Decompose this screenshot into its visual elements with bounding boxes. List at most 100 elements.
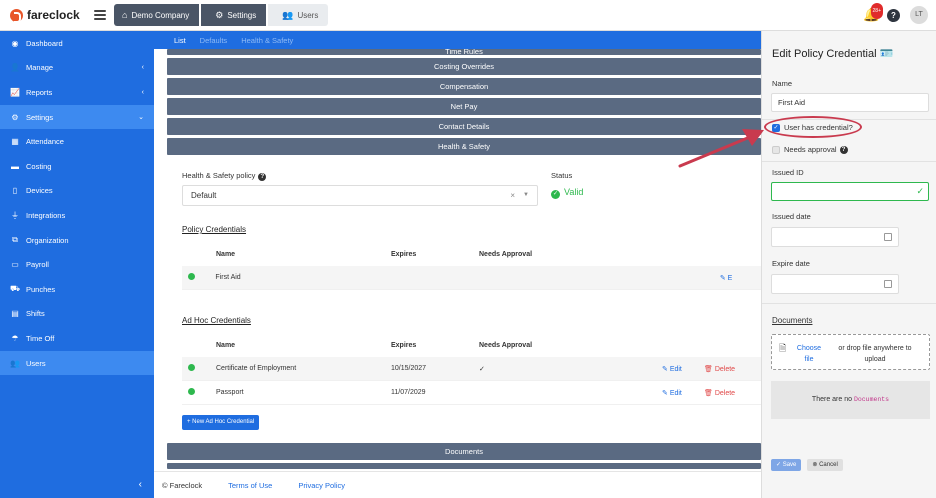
table-row[interactable]: Passport 11/07/2029 ✎ Edit 🗑 Delete: [182, 381, 761, 405]
sidebar-item-payroll[interactable]: ▭ Payroll: [0, 252, 154, 277]
terms-link[interactable]: Terms of Use: [228, 481, 272, 490]
users-icon: 👥: [282, 9, 294, 20]
calendar-icon[interactable]: [884, 233, 892, 241]
new-adhoc-credential-button[interactable]: + New Ad Hoc Credential: [182, 415, 260, 430]
beach-icon: ☂: [11, 333, 19, 343]
sidebar-item-costing[interactable]: ▬ Costing: [0, 154, 154, 179]
table-row[interactable]: Certificate of Employment 10/15/2027 ✓ ✎ Ed…: [182, 357, 761, 381]
save-button[interactable]: ✓ Save: [771, 459, 802, 471]
sidebar-item-settings[interactable]: ⚙ Settings ⌄: [0, 104, 154, 130]
section-net-pay[interactable]: Net Pay: [167, 98, 761, 115]
delete-button[interactable]: 🗑 Delete: [704, 365, 735, 373]
check-icon: ✓: [479, 365, 485, 373]
bell-icon[interactable]: 🔔28+: [863, 3, 883, 22]
breadcrumb-settings[interactable]: ⚙ Settings: [201, 4, 267, 26]
sidebar-item-devices[interactable]: ▯ Devices: [0, 179, 154, 204]
expire-date-field[interactable]: [771, 274, 899, 294]
sidebar-item-shifts[interactable]: ▤ Shifts: [0, 302, 154, 327]
section-compensation[interactable]: Compensation: [167, 78, 761, 95]
name-label: Name: [772, 79, 793, 88]
clipboard-icon: ▤: [11, 309, 19, 319]
expire-date-label: Expire date: [772, 259, 810, 268]
tab-list[interactable]: List: [174, 36, 186, 45]
clear-icon[interactable]: ×: [510, 186, 515, 205]
menu-icon[interactable]: [94, 10, 106, 20]
folder-icon: ▬: [11, 161, 19, 171]
calendar-icon[interactable]: [884, 280, 892, 288]
gear-icon: ⚙: [11, 112, 19, 122]
sidebar-item-users[interactable]: 👥 Users: [0, 350, 154, 376]
section-costing-overrides[interactable]: Costing Overrides: [167, 58, 761, 75]
issued-date-field[interactable]: [771, 227, 899, 247]
issued-date-label: Issued date: [772, 212, 811, 221]
tab-defaults[interactable]: Defaults: [200, 36, 228, 45]
chevron-left-icon: ‹: [141, 64, 144, 72]
table-header: Name Expires Needs Approval: [216, 250, 533, 258]
logo[interactable]: fareclock: [10, 8, 90, 23]
hs-policy-label: Health & Safety policy?: [182, 171, 761, 181]
users-icon: 👥: [10, 358, 20, 368]
plug-icon: ⏚: [11, 210, 19, 220]
breadcrumb: ⌂ Demo Company ⚙ Settings 👥 Users: [114, 4, 330, 26]
status-value: ✓ Valid: [551, 187, 584, 199]
chevron-down-icon[interactable]: ▼: [523, 186, 529, 205]
id-card-icon: 🪪: [879, 48, 894, 60]
status-dot-icon: [188, 273, 195, 280]
policy-credentials-table: Name Expires Needs Approval First Aid ✎ E: [182, 242, 761, 290]
adhoc-credentials-table: Name Expires Needs Approval Certificate of…: [182, 333, 761, 405]
table-header: Name Expires Needs Approval: [216, 341, 533, 349]
section-health-safety[interactable]: Health & Safety: [167, 138, 761, 155]
tab-health-safety[interactable]: Health & Safety: [241, 36, 293, 45]
avatar[interactable]: LT: [910, 6, 928, 24]
file-icon: 🗎: [779, 343, 787, 353]
sidebar-item-punches[interactable]: ⛟ Punches: [0, 277, 154, 302]
section-time-rules[interactable]: Time Rules: [167, 49, 761, 55]
file-upload-dropzone[interactable]: 🗎 Choose file or drop file anywhere to u…: [771, 334, 930, 370]
fareclock-logo-icon: [10, 8, 23, 23]
sidebar-item-dashboard[interactable]: ◉ Dashboard: [0, 31, 154, 56]
top-bar: fareclock ⌂ Demo Company ⚙ Settings 👥 Users…: [0, 0, 936, 31]
section-documents[interactable]: Documents: [167, 443, 761, 460]
sidebar-item-manage[interactable]: 👤 Manage ‹: [0, 56, 154, 81]
breadcrumb-company[interactable]: ⌂ Demo Company: [114, 4, 200, 26]
sub-tabs: List Defaults Health & Safety: [154, 31, 761, 49]
section-next-stub[interactable]: [167, 463, 761, 469]
sidebar-item-time-off[interactable]: ☂ Time Off: [0, 326, 154, 351]
section-contact-details[interactable]: Contact Details: [167, 118, 761, 135]
issued-id-label: Issued ID: [772, 168, 804, 177]
hs-policy-select[interactable]: Default × ▼: [182, 185, 538, 206]
person-icon: 👤: [10, 63, 20, 73]
name-field[interactable]: First Aid: [771, 93, 929, 112]
annotation-ellipse: [764, 116, 862, 138]
drop-hint: or drop file anywhere to upload: [838, 345, 912, 363]
help-icon[interactable]: ?: [258, 173, 267, 181]
copyright: © Fareclock: [162, 480, 203, 490]
edit-button[interactable]: ✎ E: [720, 274, 761, 282]
edit-button[interactable]: ✎ Edit: [662, 389, 704, 397]
sidebar-item-reports[interactable]: 📈 Reports ‹: [0, 80, 154, 105]
delete-button[interactable]: 🗑 Delete: [704, 389, 735, 397]
sidebar-item-attendance[interactable]: ▦ Attendance: [0, 129, 154, 154]
health-safety-panel: Health & Safety policy? Default × ▼ Status…: [182, 171, 761, 206]
status-dot-icon: [188, 388, 195, 395]
sidebar-item-organization[interactable]: ⧉ Organization: [0, 228, 154, 253]
breadcrumb-users[interactable]: 👥 Users: [268, 4, 329, 26]
privacy-link[interactable]: Privacy Policy: [298, 481, 345, 490]
app-name: fareclock: [27, 8, 80, 22]
cancel-button[interactable]: ⊗ Cancel: [807, 459, 843, 471]
help-icon[interactable]: ?: [839, 145, 848, 154]
collapse-sidebar-icon[interactable]: ‹: [139, 479, 142, 490]
choose-file-link[interactable]: Choose file: [794, 343, 824, 365]
issued-id-field[interactable]: ✓: [771, 182, 929, 201]
table-row[interactable]: First Aid ✎ E: [182, 266, 761, 290]
sidebar-item-integrations[interactable]: ⏚ Integrations: [0, 203, 154, 228]
chart-icon: 📈: [10, 87, 20, 97]
checkbox-unchecked-icon[interactable]: [772, 145, 780, 154]
adhoc-credentials-title: Ad Hoc Credentials: [182, 316, 251, 325]
needs-approval-checkbox[interactable]: Needs approval?: [772, 145, 848, 154]
device-icon: ▯: [12, 186, 18, 196]
help-icon[interactable]: ?: [887, 8, 900, 22]
money-icon: ▭: [11, 260, 19, 270]
edit-button[interactable]: ✎ Edit: [662, 365, 704, 373]
status-dot-icon: [188, 364, 195, 371]
